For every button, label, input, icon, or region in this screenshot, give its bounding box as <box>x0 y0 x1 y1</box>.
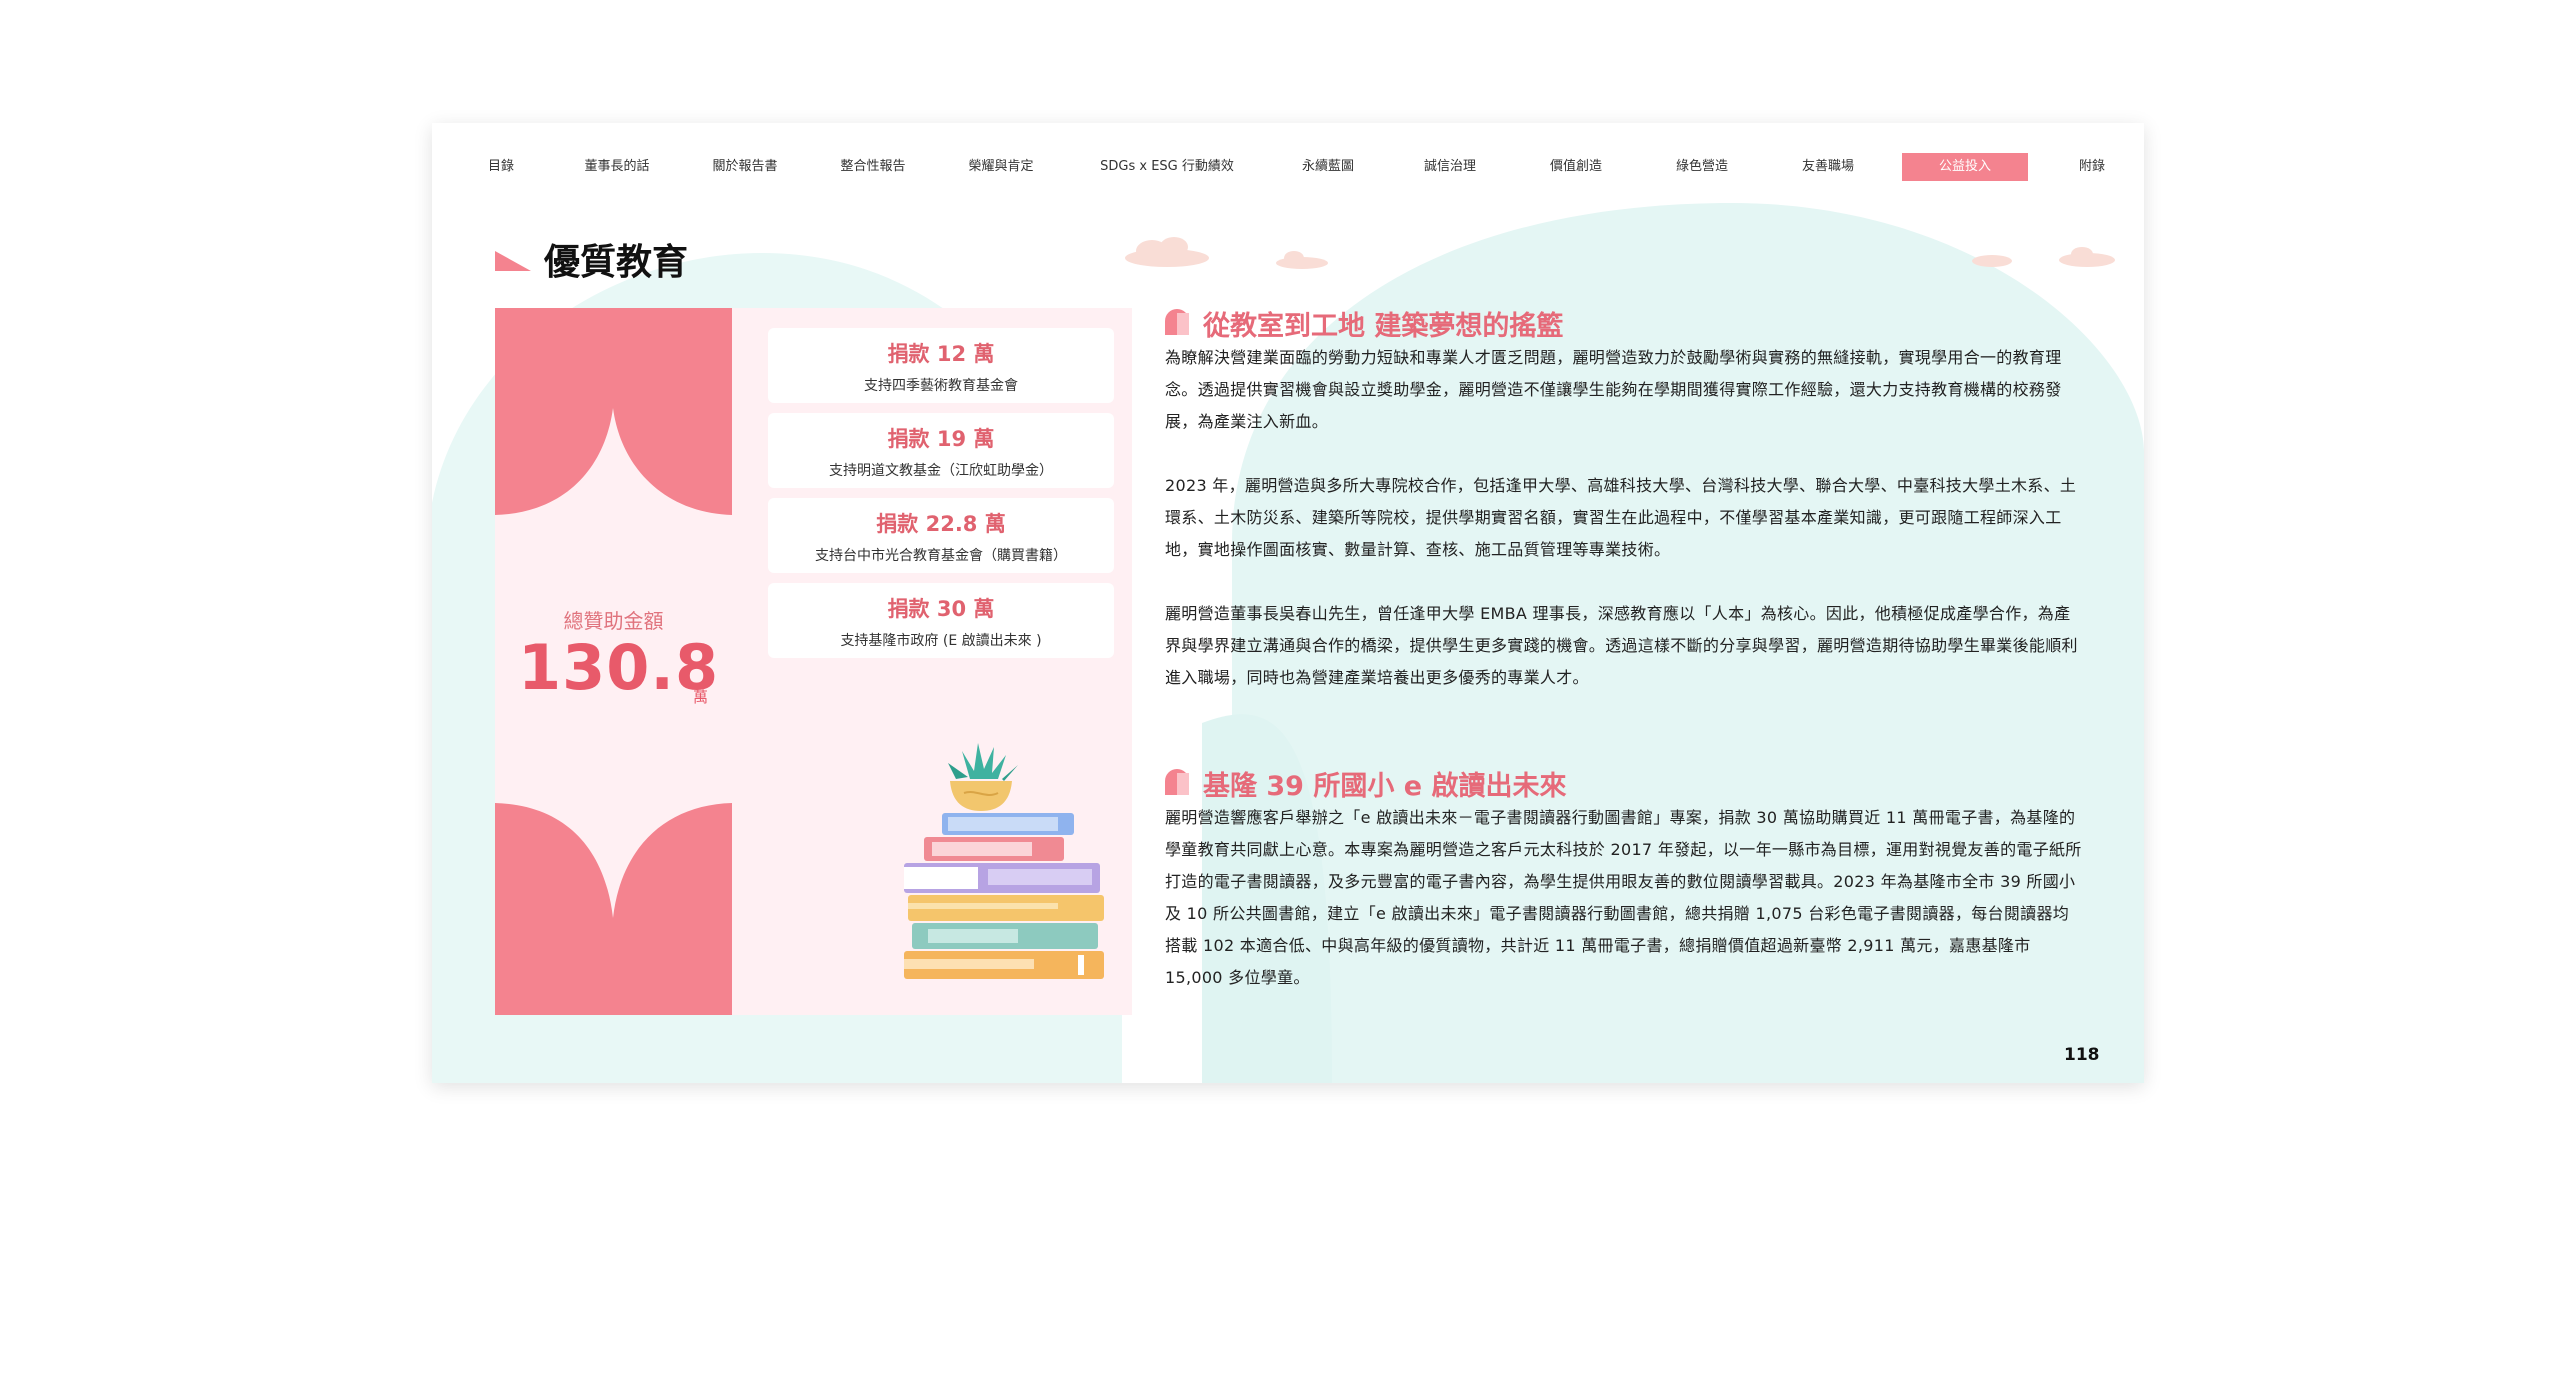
article-paragraph: 麗明營造董事長吳春山先生，曾任逢甲大學 EMBA 理事長，深感教育應以「人本」為… <box>1165 604 2078 687</box>
nav-item-sdgs-esg[interactable]: SDGs x ESG 行動績效 <box>1082 153 1252 181</box>
total-amount-label: 總贊助金額 <box>563 609 664 633</box>
donation-description: 支持基隆市政府 (E 啟讀出未來 ) <box>840 633 1042 649</box>
article-paragraph: 為瞭解決營建業面臨的勞動力短缺和專業人才匱乏問題，麗明營造致力於鼓勵學術與實務的… <box>1165 348 2062 431</box>
total-amount-unit: 萬 <box>693 688 709 706</box>
donation-description: 支持明道文教基金（江欣虹助學金） <box>829 463 1053 479</box>
nav-item-integrated-report[interactable]: 整合性報告 <box>828 153 918 181</box>
nav-item-appendix[interactable]: 附錄 <box>2062 153 2122 181</box>
nav-item-public-welfare[interactable]: 公益投入 <box>1902 153 2028 181</box>
nav-item-honors[interactable]: 榮耀與肯定 <box>956 153 1046 181</box>
nav-item-blueprint[interactable]: 永續藍圖 <box>1288 153 1368 181</box>
report-page: 目錄 董事長的話 關於報告書 整合性報告 榮耀與肯定 SDGs x ESG 行動… <box>432 123 2144 1083</box>
nav-item-toc[interactable]: 目錄 <box>472 153 530 181</box>
nav-item-friendly-workplace[interactable]: 友善職場 <box>1788 153 1868 181</box>
donation-amount: 捐款 30 萬 <box>887 597 995 621</box>
nav-item-value-creation[interactable]: 價值創造 <box>1536 153 1616 181</box>
article-paragraph: 麗明營造響應客戶舉辦之「e 啟讀出未來－電子書閱讀器行動圖書館」專案，捐款 30… <box>1165 808 2082 987</box>
books-plant-illustration <box>904 743 1104 979</box>
nav-item-governance[interactable]: 誠信治理 <box>1410 153 1490 181</box>
section-title: 優質教育 <box>544 242 689 283</box>
article-paragraph: 2023 年，麗明營造與多所大專院校合作，包括逢甲大學、高雄科技大學、台灣科技大… <box>1165 476 2077 559</box>
nav-item-about-report[interactable]: 關於報告書 <box>700 153 790 181</box>
donation-card: 捐款 30 萬 支持基隆市政府 (E 啟讀出未來 ) <box>768 583 1114 658</box>
nav-item-chairman[interactable]: 董事長的話 <box>572 153 662 181</box>
nav-item-green-construction[interactable]: 綠色營造 <box>1662 153 1742 181</box>
donation-description: 支持四季藝術教育基金會 <box>864 378 1018 394</box>
bookmark-icon <box>1165 769 1189 795</box>
top-nav: 目錄 董事長的話 關於報告書 整合性報告 榮耀與肯定 SDGs x ESG 行動… <box>432 153 2144 183</box>
article-title: 從教室到工地 建築夢想的搖籃 <box>1203 311 1564 342</box>
donation-description: 支持台中市光合教育基金會（購買書籍） <box>815 548 1067 564</box>
total-amount-value: 130.8 <box>518 631 720 704</box>
article-title: 基隆 39 所國小 e 啟讀出未來 <box>1203 771 1567 802</box>
donation-card: 捐款 19 萬 支持明道文教基金（江欣虹助學金） <box>768 413 1114 488</box>
bookmark-icon <box>1165 309 1189 335</box>
donation-amount: 捐款 12 萬 <box>887 342 995 366</box>
donation-amount: 捐款 22.8 萬 <box>876 512 1006 536</box>
donation-amount: 捐款 19 萬 <box>887 427 995 451</box>
donation-card: 捐款 22.8 萬 支持台中市光合教育基金會（購買書籍） <box>768 498 1114 573</box>
title-triangle-icon <box>495 251 531 271</box>
donation-card: 捐款 12 萬 支持四季藝術教育基金會 <box>768 328 1114 403</box>
page-number: 118 <box>2064 1045 2100 1065</box>
